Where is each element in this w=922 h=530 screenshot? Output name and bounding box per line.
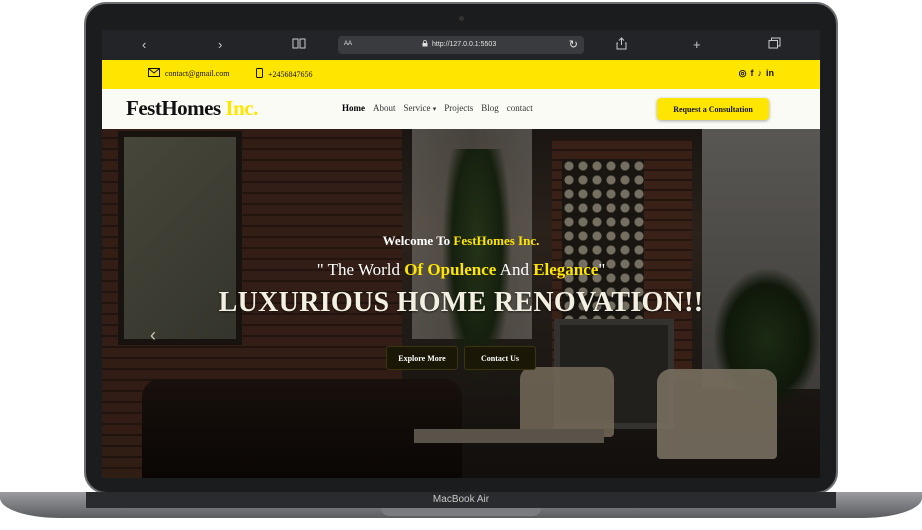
nav-item-projects[interactable]: Projects (444, 103, 473, 113)
tabs-icon[interactable] (768, 37, 781, 54)
reload-icon[interactable]: ↻ (569, 38, 578, 51)
book-icon[interactable] (292, 37, 306, 54)
nav-menu: Home About Service ▾ Projects Blog conta… (342, 103, 533, 113)
site-logo[interactable]: FestHomes Inc. (126, 96, 258, 121)
linkedin-icon[interactable]: in (766, 68, 774, 79)
device-brand-label: MacBook Air (432, 494, 490, 505)
back-icon[interactable]: ‹ (142, 37, 146, 53)
hero-section: ‹ Welcome To FestHomes Inc. " The World … (102, 129, 820, 478)
new-tab-icon[interactable]: + (693, 37, 701, 53)
mail-icon (148, 68, 160, 79)
share-icon[interactable] (616, 37, 627, 55)
tagline-close: " (598, 260, 606, 279)
phone-text: +2456847656 (268, 69, 313, 79)
screen: ‹ › AA http://127.0.0.1:5503 ↻ + contact… (102, 30, 820, 478)
lock-icon (422, 40, 428, 49)
welcome-prefix: Welcome To (382, 233, 454, 248)
hero-welcome: Welcome To FestHomes Inc. (102, 233, 820, 249)
tagline-highlight-elegance: Elegance (533, 260, 599, 279)
instagram-icon[interactable]: ◎ (739, 68, 747, 79)
laptop-frame: ‹ › AA http://127.0.0.1:5503 ↻ + contact… (0, 0, 922, 530)
browser-toolbar: ‹ › AA http://127.0.0.1:5503 ↻ + (102, 30, 820, 60)
social-links: ◎ f ♪ in (739, 68, 774, 79)
hero-tagline: " The World Of Opulence And Elegance" (102, 260, 820, 280)
address-bar[interactable]: AA http://127.0.0.1:5503 ↻ (338, 36, 584, 54)
nav-item-contact[interactable]: contact (507, 103, 533, 113)
contact-us-button[interactable]: Contact Us (464, 346, 536, 370)
email-text: contact@gmail.com (165, 69, 230, 78)
nav-item-service-label: Service (403, 103, 431, 113)
facebook-icon[interactable]: f (751, 68, 754, 79)
email-contact[interactable]: contact@gmail.com (148, 68, 229, 79)
phone-contact[interactable]: +2456847656 (256, 68, 313, 80)
tagline-open: " The World (316, 260, 405, 279)
logo-accent: Inc. (225, 96, 258, 120)
phone-icon (256, 68, 263, 80)
hero-headline: LUXURIOUS HOME RENOVATION!! (218, 287, 704, 318)
nav-item-service[interactable]: Service ▾ (404, 103, 437, 113)
logo-main: FestHomes (126, 96, 221, 120)
laptop-notch (381, 508, 541, 516)
chevron-down-icon: ▾ (432, 105, 437, 113)
tagline-mid: And (496, 260, 534, 279)
nav-item-about[interactable]: About (373, 103, 396, 113)
welcome-brand: FestHomes Inc. (453, 233, 540, 248)
nav-item-blog[interactable]: Blog (481, 103, 499, 113)
carousel-prev-arrow[interactable]: ‹ (150, 325, 156, 346)
contact-topbar: contact@gmail.com +2456847656 ◎ f ♪ in (102, 60, 820, 89)
camera-icon (459, 16, 464, 21)
url-text: http://127.0.0.1:5503 (432, 41, 497, 48)
forward-icon[interactable]: › (218, 37, 222, 53)
main-navbar: FestHomes Inc. Home About Service ▾ Proj… (102, 89, 820, 129)
tagline-highlight-opulence: Of Opulence (404, 260, 497, 279)
text-size-button[interactable]: AA (344, 41, 352, 47)
explore-more-button[interactable]: Explore More (386, 346, 458, 370)
nav-item-home[interactable]: Home (342, 103, 365, 113)
request-consultation-button[interactable]: Request a Consultation (657, 98, 769, 120)
tiktok-icon[interactable]: ♪ (758, 68, 763, 79)
